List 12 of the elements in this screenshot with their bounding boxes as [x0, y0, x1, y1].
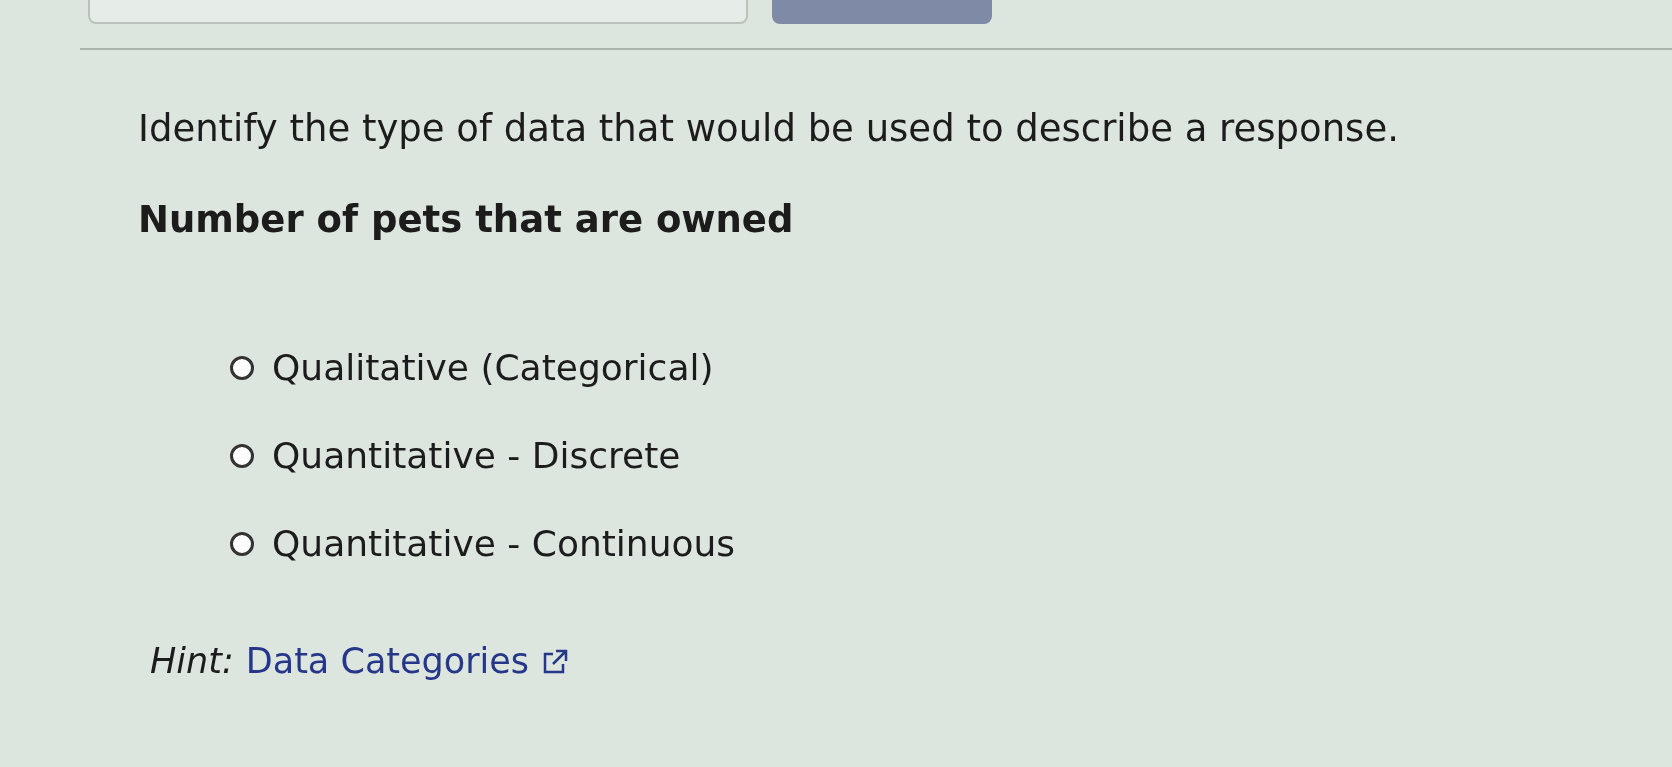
option-label: Quantitative - Discrete — [272, 438, 681, 474]
hint-label: Hint: — [150, 644, 234, 679]
prompt-text: Number of pets that are owned — [138, 201, 795, 238]
question-text: Identify the type of data that would be used to describe a response. — [138, 110, 1400, 147]
option-label: Qualitative (Categorical) — [272, 350, 714, 386]
radio-button[interactable] — [230, 532, 254, 556]
radio-button[interactable] — [230, 356, 254, 380]
option-label: Quantitative - Continuous — [272, 526, 736, 562]
external-link-icon — [541, 647, 570, 676]
input-field[interactable] — [88, 0, 748, 24]
hint-link[interactable]: Data Categories — [245, 644, 530, 679]
radio-button[interactable] — [230, 444, 254, 468]
